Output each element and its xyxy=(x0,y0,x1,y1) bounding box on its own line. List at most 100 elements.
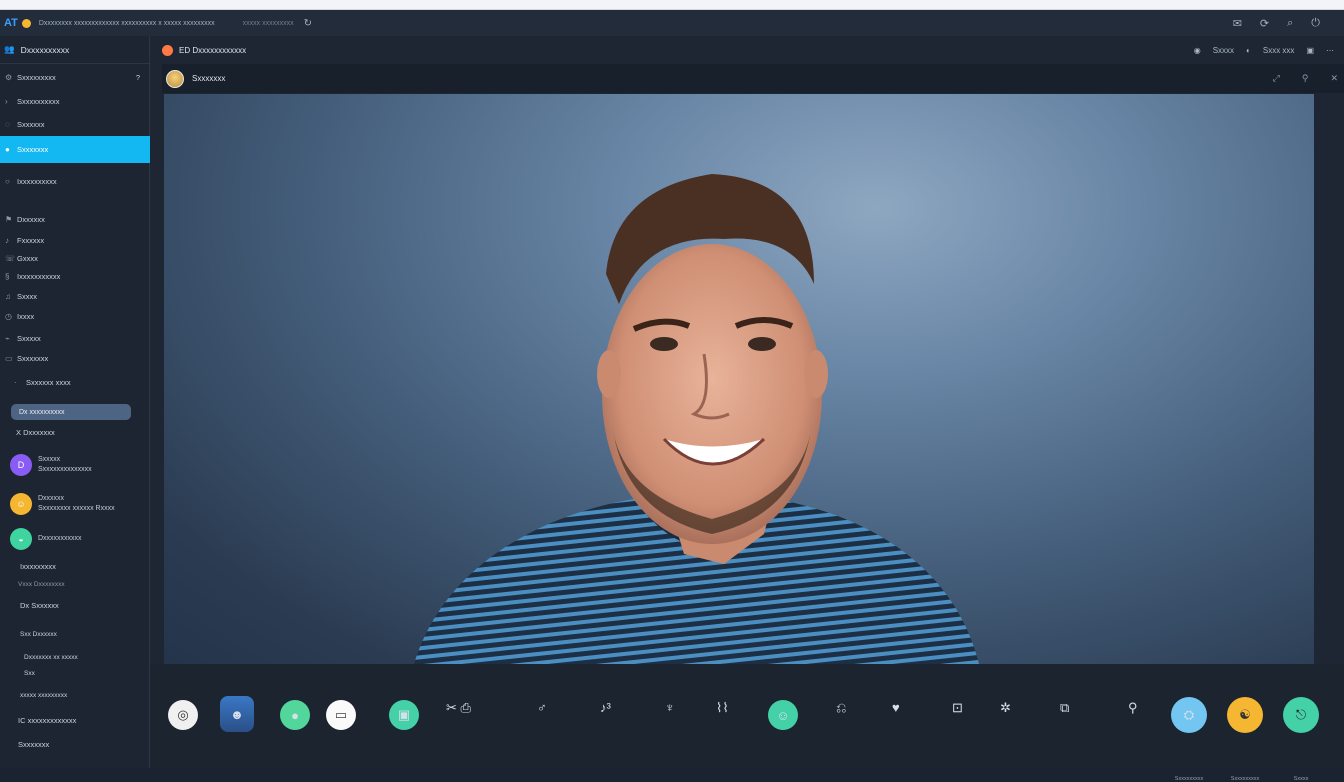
window-button[interactable]: ⧉ xyxy=(1060,700,1069,716)
title-bar: AT Dxxxxxxxx xxxxxxxxxxxxx xxxxxxxxxx x … xyxy=(0,10,1344,36)
record-label[interactable]: Sxxx xxx xyxy=(1263,46,1295,55)
close-icon[interactable]: ✕ xyxy=(1330,73,1338,84)
footer-item[interactable]: Sxx Dxxxxxx xyxy=(0,631,150,638)
sidebar-item[interactable]: · Sxxxxxx xxxx xyxy=(0,378,150,387)
participant-name: Sxxxxxxx xyxy=(192,74,226,83)
contact-name: Dxxxxxx xyxy=(38,495,65,502)
more-icon[interactable]: ⋯ xyxy=(1326,46,1334,55)
chat-icon: ◌ xyxy=(5,120,10,129)
footer-item[interactable]: Dxxxxxxx xx xxxxx xyxy=(0,654,150,661)
record-button[interactable]: ▣ xyxy=(389,700,419,730)
wave-icon: ⌇⌇ xyxy=(716,700,729,715)
selected-channel-pill[interactable]: Dx xxxxxxxxxx xyxy=(11,404,131,420)
window-icon: ⧉ xyxy=(1060,700,1070,715)
contact-row[interactable]: D Sxxxxx Sxxxxxxxxxxxxxx xyxy=(10,454,92,476)
sidebar-item[interactable]: ⚑ Dxxxxxx xyxy=(0,215,150,224)
footer-item[interactable]: xxxxx xxxxxxxxx xyxy=(0,692,150,699)
mic-button[interactable]: ● xyxy=(280,700,310,730)
participant-avatar xyxy=(166,69,184,88)
heart-button[interactable]: ♥ xyxy=(892,700,900,715)
leave-icon: ⎋ xyxy=(1295,707,1307,722)
app-logo: AT xyxy=(4,17,18,29)
bell-icon: ♪ xyxy=(5,236,9,245)
activity-button[interactable]: ⛭ xyxy=(1171,697,1207,733)
contact-row[interactable]: ☺ Dxxxxxx Sxxxxxxxx xxxxxx Rxxxx xyxy=(10,493,115,515)
pin-icon[interactable]: ⚲ xyxy=(1302,73,1309,84)
camera-toggle-button[interactable]: ◎ xyxy=(168,700,198,730)
view-label[interactable]: Sxxxx xyxy=(1213,46,1234,55)
eye-icon[interactable]: ◉ xyxy=(1194,46,1201,55)
leave-label: Sxxxx xyxy=(1293,776,1309,782)
avatar: D xyxy=(10,454,32,476)
call-title: ED Dxxxxxxxxxxxx xyxy=(179,45,247,55)
heart-icon: ♥ xyxy=(892,700,900,715)
music-icon: ♪³ xyxy=(600,700,611,715)
share-screen-button[interactable]: ☻ xyxy=(220,696,254,732)
user-icon: ● xyxy=(5,145,10,154)
main-panel: ED Dxxxxxxxxxxxx ◉ Sxxxx ◐ Sxxx xxx ▣ ⋯ … xyxy=(150,36,1344,782)
sidebar-item[interactable]: ▭ Sxxxxxxx xyxy=(0,354,150,363)
effects-button[interactable]: ✲ xyxy=(1000,700,1011,716)
chart-icon: ⌁ xyxy=(5,334,10,343)
people-button[interactable]: ⚲ xyxy=(1128,700,1138,716)
participant-video xyxy=(414,174,979,664)
live-indicator-icon xyxy=(162,44,173,56)
users-icon: 👥 xyxy=(4,44,15,54)
flag-icon: ⚑ xyxy=(5,215,13,224)
star-icon: · xyxy=(14,378,17,387)
sidebar-item[interactable]: ☏ Gxxxx xyxy=(0,254,150,263)
search-icon[interactable]: ⌕ xyxy=(1287,17,1293,30)
expand-icon[interactable]: ⤢ xyxy=(1273,73,1280,84)
sidebar-item[interactable]: ♫ Sxxxx xyxy=(0,292,150,301)
footer-item[interactable]: Sxx xyxy=(0,670,150,677)
record-icon[interactable]: ◐ xyxy=(1246,46,1251,55)
mute-button[interactable]: ♂ xyxy=(537,700,547,715)
speaker-icon: ♂ xyxy=(537,700,547,715)
reactions-icon: ☯ xyxy=(1239,707,1251,722)
music-button[interactable]: ♪³ xyxy=(600,700,611,715)
sidebar-item-active[interactable]: ● Sxxxxxxx xyxy=(0,136,150,163)
reactions-button[interactable]: ☯ xyxy=(1227,697,1263,733)
contact-name: Sxxxxx xyxy=(38,456,61,463)
call-header: ED Dxxxxxxxxxxxx ◉ Sxxxx ◐ Sxxx xxx ▣ ⋯ xyxy=(150,36,1344,64)
status-dot-icon xyxy=(21,18,31,28)
footer-item[interactable]: Dx Sxxxxxx xyxy=(0,601,150,610)
sidebar-item[interactable]: ◷ Ixxxx xyxy=(0,312,150,321)
activity-icon: ⛭ xyxy=(1183,707,1195,722)
record-icon: ▣ xyxy=(397,707,411,722)
sidebar-item[interactable]: ♪ Fxxxxxx xyxy=(0,236,150,245)
sidebar-title: Dxxxxxxxxxx xyxy=(20,44,70,55)
save-icon[interactable]: ▣ xyxy=(1306,46,1314,55)
video-feed xyxy=(164,94,1314,664)
person-icon: ☻ xyxy=(230,706,244,722)
sync-icon[interactable]: ⟳ xyxy=(1260,17,1269,30)
emoji-button[interactable]: ☺ xyxy=(768,700,798,730)
chat-button[interactable]: ▭ xyxy=(326,700,356,730)
chat-icon[interactable]: ✉ xyxy=(1233,17,1242,30)
card-button[interactable]: ⊡ xyxy=(952,700,963,716)
end-call-button[interactable]: ⎋ xyxy=(1283,697,1319,733)
refresh-icon[interactable]: ↻ xyxy=(304,18,312,29)
tools-button[interactable]: ✂ ⎙ xyxy=(446,700,471,716)
sidebar-item[interactable]: › Sxxxxxxxxxx xyxy=(0,97,150,106)
sidebar-item[interactable]: ⚙ Sxxxxxxxxx? xyxy=(0,73,150,82)
footer-item[interactable]: Vxxx Dxxxxxxxx xyxy=(0,581,150,588)
help-icon[interactable]: ? xyxy=(136,73,140,82)
tag-button[interactable]: ♆ xyxy=(665,700,675,715)
sidebar-subitem[interactable]: X Dxxxxxxx xyxy=(0,428,150,437)
sidebar-item[interactable]: ○ Ixxxxxxxxxx xyxy=(0,177,150,186)
wave-button[interactable]: ⌇⌇ xyxy=(716,700,729,716)
footer-item[interactable]: IC xxxxxxxxxxxxx xyxy=(0,716,150,725)
avatar: ◒ xyxy=(10,528,32,550)
reply-button[interactable]: ⎌ xyxy=(836,700,846,716)
sidebar-item[interactable]: § Ixxxxxxxxxxx xyxy=(0,272,150,281)
sidebar-item[interactable]: ◌ Sxxxxxx xyxy=(0,120,150,129)
tag-icon: ♆ xyxy=(665,700,675,715)
chevron-icon: › xyxy=(5,97,8,106)
power-icon[interactable]: ⏻ xyxy=(1311,17,1320,30)
footer-item[interactable]: Sxxxxxxx xyxy=(0,740,150,749)
footer-item[interactable]: Ixxxxxxxxx xyxy=(0,562,150,571)
sidebar-item[interactable]: ⌁ Sxxxxx xyxy=(0,334,150,343)
scrollbar[interactable] xyxy=(1314,94,1344,664)
contact-row[interactable]: ◒ Dxxxxxxxxxxx xyxy=(10,528,82,550)
